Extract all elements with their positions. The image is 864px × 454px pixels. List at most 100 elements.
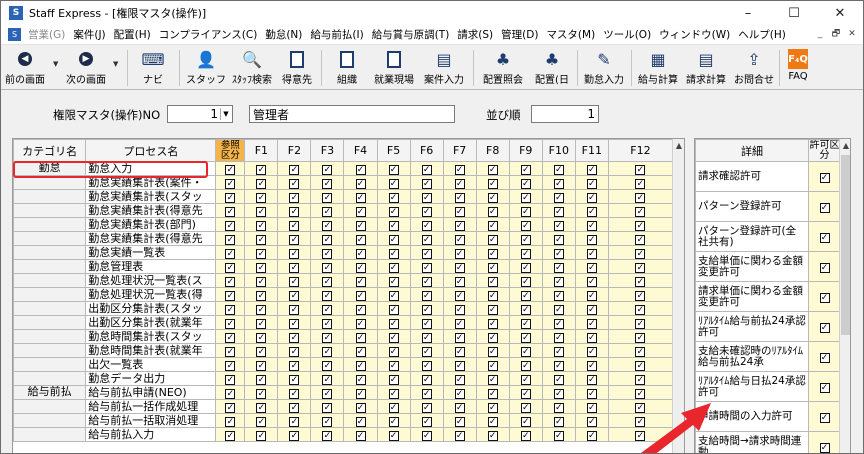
- permission-checkbox[interactable]: ✓: [289, 430, 300, 441]
- permission-checkbox[interactable]: ✓: [225, 416, 236, 427]
- permission-checkbox[interactable]: ✓: [520, 248, 531, 259]
- permission-checkbox[interactable]: ✓: [388, 248, 399, 259]
- permission-checkbox[interactable]: ✓: [256, 164, 267, 175]
- close-button[interactable]: ✕: [817, 1, 863, 25]
- table-row[interactable]: 給与前払入力 ✓ ✓ ✓ ✓ ✓ ✓ ✓ ✓ ✓ ✓ ✓ ✓ ✓: [13, 427, 674, 442]
- permission-checkbox[interactable]: ✓: [487, 192, 498, 203]
- permission-checkbox[interactable]: ✓: [487, 318, 498, 329]
- mdi-close-button[interactable]: ✕: [845, 27, 859, 41]
- permission-checkbox[interactable]: ✓: [256, 318, 267, 329]
- perm-checkbox[interactable]: ✓: [819, 233, 830, 243]
- permission-checkbox[interactable]: ✓: [520, 192, 531, 203]
- permission-checkbox[interactable]: ✓: [225, 192, 236, 203]
- perm-checkbox[interactable]: ✓: [819, 443, 830, 453]
- process-cell[interactable]: 勤怠処理状況一覧表(ス: [85, 273, 217, 288]
- permission-checkbox[interactable]: ✓: [454, 290, 465, 301]
- mdi-minimize-button[interactable]: _: [813, 27, 827, 41]
- permission-checkbox[interactable]: ✓: [553, 416, 564, 427]
- permission-checkbox[interactable]: ✓: [355, 276, 366, 287]
- permission-checkbox[interactable]: ✓: [454, 318, 465, 329]
- permission-checkbox[interactable]: ✓: [454, 192, 465, 203]
- perm-checkbox[interactable]: ✓: [819, 353, 830, 363]
- permission-checkbox[interactable]: ✓: [520, 346, 531, 357]
- permission-checkbox[interactable]: ✓: [421, 416, 432, 427]
- permission-checkbox[interactable]: ✓: [355, 318, 366, 329]
- permission-checkbox[interactable]: ✓: [454, 304, 465, 315]
- menu-tools[interactable]: ツール(O): [599, 27, 655, 42]
- permission-checkbox[interactable]: ✓: [225, 206, 236, 217]
- permission-checkbox[interactable]: ✓: [388, 276, 399, 287]
- permission-checkbox[interactable]: ✓: [421, 262, 432, 273]
- permission-checkbox[interactable]: ✓: [421, 360, 432, 371]
- process-cell[interactable]: 勤怠実績集計表(得意先: [85, 231, 217, 246]
- permission-checkbox[interactable]: ✓: [586, 192, 597, 203]
- detail-row[interactable]: ﾘｱﾙﾀｲﾑ給与日払24承認許可 ✓: [695, 371, 841, 402]
- permission-checkbox[interactable]: ✓: [388, 290, 399, 301]
- permission-checkbox[interactable]: ✓: [388, 346, 399, 357]
- permission-checkbox[interactable]: ✓: [256, 206, 267, 217]
- permission-checkbox[interactable]: ✓: [421, 276, 432, 287]
- permission-checkbox[interactable]: ✓: [225, 262, 236, 273]
- permission-checkbox[interactable]: ✓: [553, 192, 564, 203]
- permission-checkbox[interactable]: ✓: [520, 262, 531, 273]
- permission-checkbox[interactable]: ✓: [256, 192, 267, 203]
- permission-checkbox[interactable]: ✓: [586, 178, 597, 189]
- permission-checkbox[interactable]: ✓: [635, 206, 646, 217]
- menu-master[interactable]: マスタ(M): [542, 27, 599, 42]
- table-row[interactable]: 勤怠実績集計表(得意先 ✓ ✓ ✓ ✓ ✓ ✓ ✓ ✓ ✓ ✓ ✓ ✓ ✓: [13, 231, 674, 246]
- permission-checkbox[interactable]: ✓: [289, 276, 300, 287]
- permission-checkbox[interactable]: ✓: [421, 304, 432, 315]
- permission-checkbox[interactable]: ✓: [553, 164, 564, 175]
- permission-checkbox[interactable]: ✓: [635, 192, 646, 203]
- permission-checkbox[interactable]: ✓: [289, 178, 300, 189]
- permission-checkbox[interactable]: ✓: [487, 276, 498, 287]
- permission-checkbox[interactable]: ✓: [487, 178, 498, 189]
- perm-checkbox[interactable]: ✓: [819, 413, 830, 423]
- detail-row[interactable]: 支給単価に関わる金額変更許可 ✓: [695, 251, 841, 282]
- permission-checkbox[interactable]: ✓: [322, 430, 333, 441]
- detail-row[interactable]: 請求単価に関わる金額変更許可 ✓: [695, 281, 841, 312]
- prev-screen-button[interactable]: ◀ 前の画面: [5, 48, 45, 88]
- perm-checkbox[interactable]: ✓: [819, 293, 830, 303]
- permission-checkbox[interactable]: ✓: [289, 332, 300, 343]
- inquiry-button[interactable]: ⇪ お問合せ: [731, 48, 777, 88]
- permission-checkbox[interactable]: ✓: [289, 416, 300, 427]
- permission-checkbox[interactable]: ✓: [520, 206, 531, 217]
- permission-checkbox[interactable]: ✓: [586, 262, 597, 273]
- permission-checkbox[interactable]: ✓: [355, 374, 366, 385]
- permission-checkbox[interactable]: ✓: [635, 290, 646, 301]
- process-cell[interactable]: 給与前払一括作成処理: [85, 399, 217, 414]
- detail-scroll-up-icon[interactable]: ▲: [840, 139, 850, 153]
- perm-checkbox[interactable]: ✓: [819, 263, 830, 273]
- permission-checkbox[interactable]: ✓: [487, 262, 498, 273]
- permission-checkbox[interactable]: ✓: [256, 430, 267, 441]
- permission-checkbox[interactable]: ✓: [421, 388, 432, 399]
- permission-checkbox[interactable]: ✓: [553, 332, 564, 343]
- permission-checkbox[interactable]: ✓: [225, 388, 236, 399]
- permission-checkbox[interactable]: ✓: [520, 234, 531, 245]
- permission-checkbox[interactable]: ✓: [289, 262, 300, 273]
- permission-checkbox[interactable]: ✓: [256, 360, 267, 371]
- perm-checkbox[interactable]: ✓: [819, 383, 830, 393]
- process-cell[interactable]: 勤怠管理表: [85, 259, 217, 274]
- permission-checkbox[interactable]: ✓: [487, 332, 498, 343]
- client-button[interactable]: 得意先: [279, 48, 315, 88]
- permission-checkbox[interactable]: ✓: [553, 206, 564, 217]
- permission-checkbox[interactable]: ✓: [355, 416, 366, 427]
- permission-checkbox[interactable]: ✓: [553, 234, 564, 245]
- permission-checkbox[interactable]: ✓: [487, 304, 498, 315]
- staff-button[interactable]: 👤 スタッフ: [186, 48, 226, 88]
- permission-checkbox[interactable]: ✓: [289, 192, 300, 203]
- no-select[interactable]: 1 ▼: [167, 105, 233, 123]
- job-input-button[interactable]: ▤ 案件入力: [421, 48, 467, 88]
- permission-checkbox[interactable]: ✓: [388, 234, 399, 245]
- permission-checkbox[interactable]: ✓: [322, 402, 333, 413]
- permission-checkbox[interactable]: ✓: [355, 248, 366, 259]
- permission-checkbox[interactable]: ✓: [487, 290, 498, 301]
- permission-checkbox[interactable]: ✓: [322, 388, 333, 399]
- permission-checkbox[interactable]: ✓: [388, 206, 399, 217]
- menu-billing[interactable]: 請求(S): [453, 27, 497, 42]
- permission-checkbox[interactable]: ✓: [635, 262, 646, 273]
- permission-checkbox[interactable]: ✓: [487, 248, 498, 259]
- permission-checkbox[interactable]: ✓: [322, 416, 333, 427]
